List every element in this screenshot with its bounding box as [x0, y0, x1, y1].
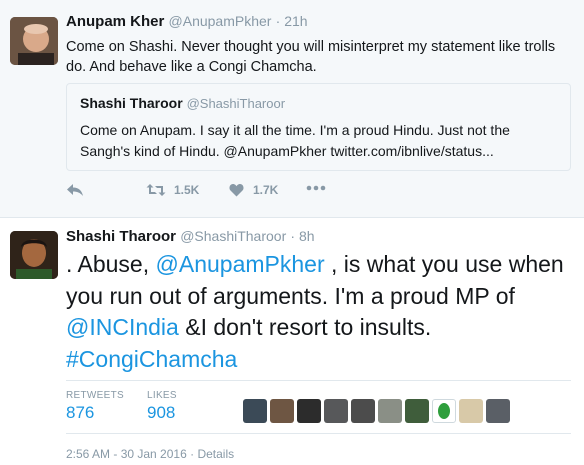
like-button[interactable]: 1.7K — [229, 183, 278, 197]
author-name[interactable]: Anupam Kher — [66, 13, 164, 30]
tweet-time[interactable]: 21h — [284, 13, 307, 29]
liker-avatar[interactable] — [459, 399, 483, 423]
quoted-author-handle: @ShashiTharoor — [186, 96, 286, 111]
author-handle[interactable]: @ShashiTharoor — [180, 228, 286, 244]
avatar[interactable] — [10, 231, 58, 279]
retweet-button[interactable]: 1.5K — [146, 183, 199, 197]
reply-icon — [67, 184, 83, 196]
details-link[interactable]: Details — [197, 447, 234, 461]
tweet-time[interactable]: 8h — [299, 228, 315, 244]
liker-avatar[interactable] — [378, 399, 402, 423]
divider — [66, 380, 571, 381]
retweets-label: RETWEETS — [66, 390, 124, 401]
likes-count: 908 — [147, 403, 176, 422]
quoted-tweet-text: Come on Anupam. I say it all the time. I… — [80, 122, 510, 159]
tweet-anupam-kher[interactable]: Anupam Kher @AnupamPkher · 21h Come on S… — [0, 0, 584, 218]
mention-link[interactable]: @AnupamPkher — [156, 251, 325, 277]
liker-avatar[interactable] — [432, 399, 456, 423]
text-segment: &I don't resort to insults. — [178, 314, 432, 340]
likes-label: LIKES — [147, 390, 177, 401]
hashtag-link[interactable]: #CongiChamcha — [66, 346, 237, 372]
retweets-stat[interactable]: RETWEETS 876 — [66, 390, 124, 423]
liker-avatar[interactable] — [405, 399, 429, 423]
tweet-text: . Abuse, @AnupamPkher , is what you use … — [66, 249, 581, 375]
author-name[interactable]: Shashi Tharoor — [66, 228, 176, 245]
quoted-author-name: Shashi Tharoor — [80, 95, 183, 111]
liker-avatar[interactable] — [297, 399, 321, 423]
tweet-shashi-tharoor[interactable]: Shashi Tharoor @ShashiTharoor · 8h . Abu… — [0, 218, 584, 465]
tweet-footer: 2:56 AM - 30 Jan 2016 · Details — [66, 447, 235, 461]
mention-link[interactable]: @INCIndia — [66, 314, 179, 340]
more-icon — [306, 185, 326, 191]
retweet-count: 1.5K — [174, 183, 200, 197]
heart-icon — [229, 184, 244, 197]
liker-avatar[interactable] — [243, 399, 267, 423]
author-handle[interactable]: @AnupamPkher — [169, 13, 272, 29]
reply-button[interactable] — [66, 183, 84, 197]
text-segment: . Abuse, — [66, 251, 156, 277]
liker-avatar[interactable] — [270, 399, 294, 423]
liker-avatar[interactable] — [486, 399, 510, 423]
like-count: 1.7K — [253, 183, 279, 197]
avatar[interactable] — [10, 17, 58, 65]
likes-stat[interactable]: LIKES 908 — [147, 390, 177, 423]
retweets-count: 876 — [66, 403, 95, 422]
tweet-actions: 1.5K 1.7K — [66, 183, 366, 203]
quoted-tweet[interactable]: Shashi Tharoor @ShashiTharoor Come on An… — [66, 83, 571, 171]
liker-avatars — [243, 399, 513, 423]
retweet-icon — [146, 184, 166, 196]
more-button[interactable] — [306, 185, 326, 191]
liker-avatar[interactable] — [324, 399, 348, 423]
divider — [66, 433, 571, 434]
liker-avatar[interactable] — [351, 399, 375, 423]
tweet-text: Come on Shashi. Never thought you will m… — [66, 39, 556, 75]
tweet-timestamp[interactable]: 2:56 AM - 30 Jan 2016 — [66, 447, 187, 461]
